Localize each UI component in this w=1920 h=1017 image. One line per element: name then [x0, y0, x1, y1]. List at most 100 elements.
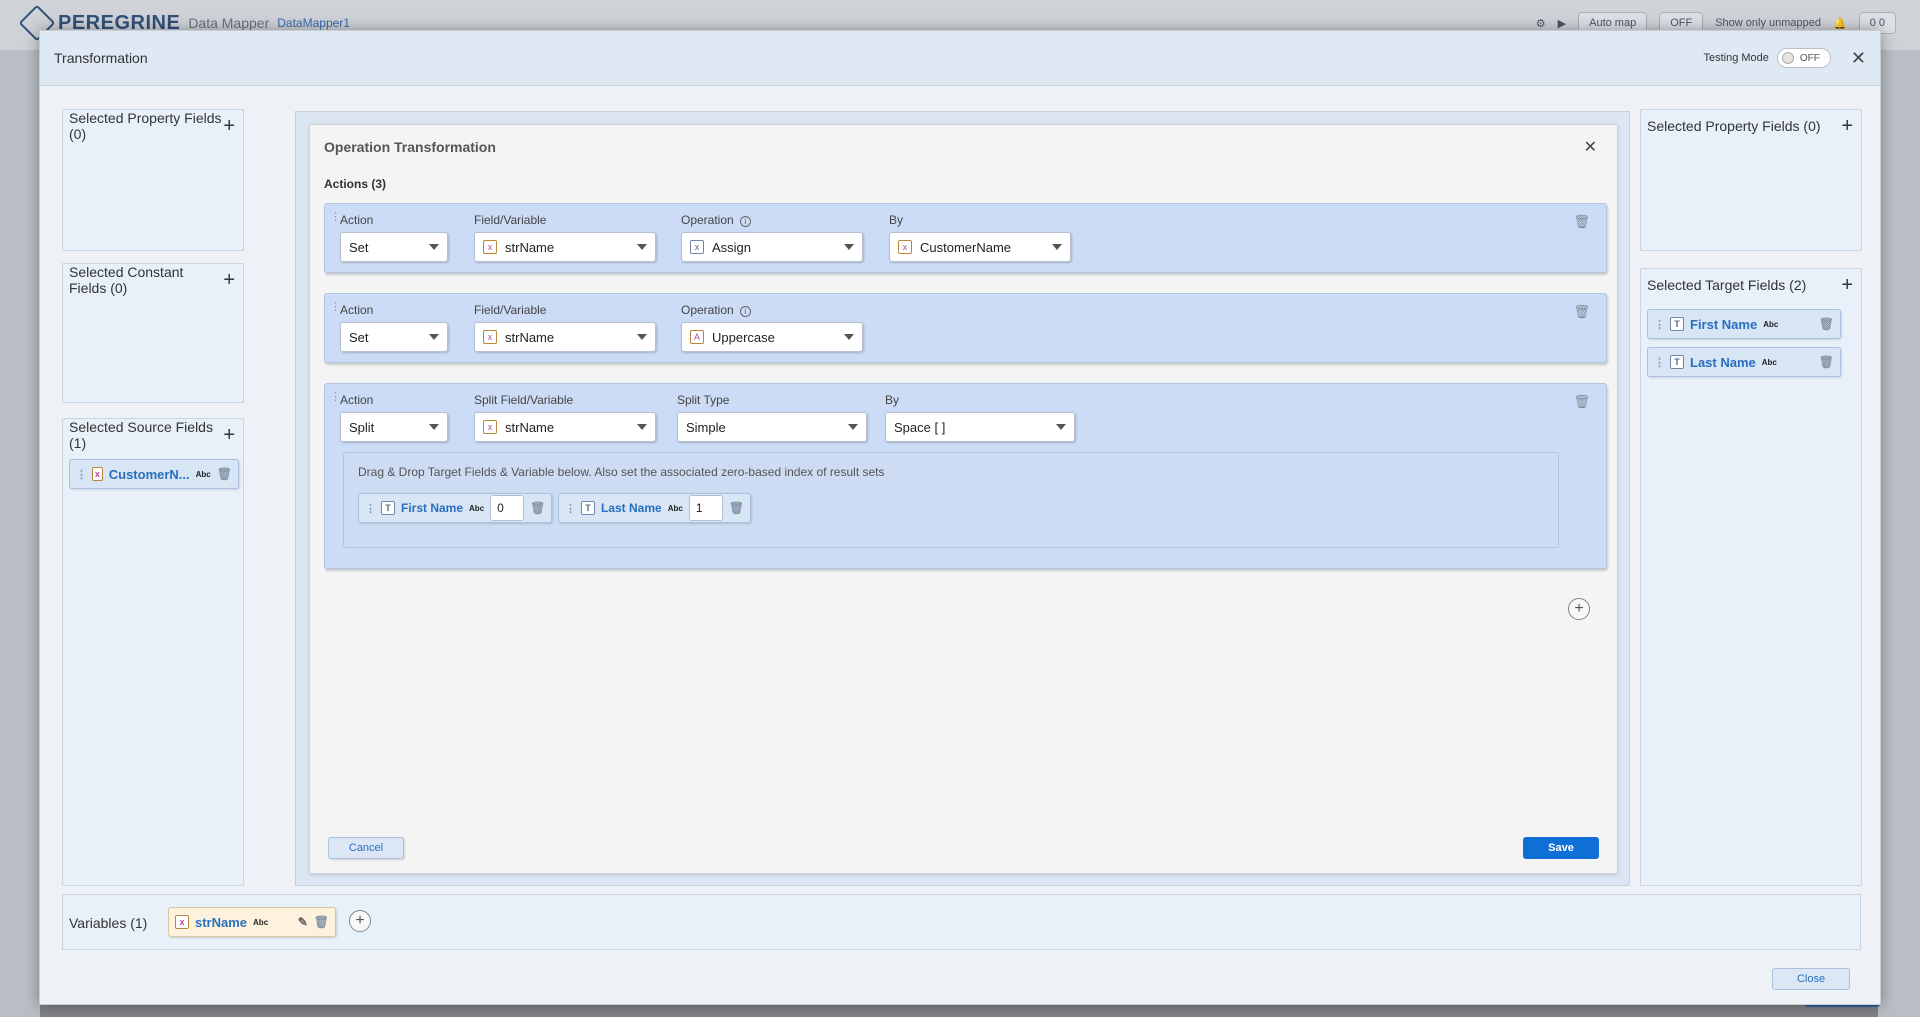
select-value: Assign — [712, 239, 752, 255]
file-name[interactable]: DataMapper1 — [277, 16, 350, 30]
variable-type-icon: x — [175, 915, 189, 929]
transformation-modal: Transformation Testing Mode OFF ✕ Select… — [39, 30, 1881, 1005]
left-constant-fields-panel: Selected Constant Fields (0) + — [62, 263, 244, 403]
action-select[interactable]: Set — [340, 322, 448, 352]
info-icon[interactable]: i — [739, 216, 751, 227]
chevron-down-icon — [1056, 424, 1066, 430]
trash-icon[interactable]: 🗑 — [1573, 304, 1590, 320]
split-type-select[interactable]: Simple — [677, 412, 867, 442]
add-icon[interactable]: + — [1841, 275, 1853, 295]
chevron-down-icon — [1052, 244, 1062, 250]
close-icon[interactable]: ✕ — [1851, 48, 1866, 69]
by-select[interactable]: x CustomerName — [889, 232, 1071, 262]
drag-handle-icon[interactable]: ⋮ — [76, 468, 87, 481]
drag-handle-icon[interactable]: ⋮ — [365, 502, 376, 515]
app-right-panel — [1878, 50, 1920, 1017]
panel-title: Selected Source Fields (1) — [69, 419, 213, 451]
action-row: ⋮ 🗑 Action Set Field/Variable x strName O… — [324, 293, 1607, 363]
add-action-icon[interactable]: + — [1568, 598, 1590, 620]
trash-icon[interactable]: 🗑 — [729, 501, 744, 515]
text-field-icon: T — [1670, 317, 1684, 331]
variable-type-icon: x — [483, 240, 497, 254]
uppercase-icon: A — [690, 330, 704, 344]
target-field-chip[interactable]: ⋮ T Last Name Abc 🗑 — [1647, 347, 1841, 377]
variable-type-icon: x — [483, 330, 497, 344]
operation-select[interactable]: A Uppercase — [681, 322, 863, 352]
field-select[interactable]: x strName — [474, 322, 656, 352]
field-select[interactable]: x strName — [474, 232, 656, 262]
add-variable-icon[interactable]: + — [349, 910, 371, 932]
modal-title: Transformation — [54, 50, 148, 66]
bell-icon[interactable]: 🔔 — [1833, 17, 1847, 30]
variables-title: Variables (1) — [69, 915, 148, 931]
trash-icon[interactable]: 🗑 — [1573, 214, 1590, 230]
select-value: Uppercase — [712, 329, 775, 345]
target-field-chip[interactable]: ⋮ T First Name Abc 🗑 — [1647, 309, 1841, 339]
by-select[interactable]: Space [ ] — [885, 412, 1075, 442]
field-select[interactable]: x strName — [474, 412, 656, 442]
add-icon[interactable]: + — [223, 270, 235, 290]
select-value: strName — [505, 419, 555, 435]
by-label: By — [889, 213, 904, 227]
toggle-state: OFF — [1799, 52, 1820, 64]
play-icon[interactable]: ▶ — [1558, 17, 1566, 30]
text-field-icon: T — [581, 501, 595, 515]
variable-chip[interactable]: x strName Abc ✎ 🗑 — [168, 907, 336, 937]
close-icon[interactable]: ✕ — [1584, 137, 1597, 157]
operation-select[interactable]: x Assign — [681, 232, 863, 262]
trash-icon[interactable]: 🗑 — [314, 915, 329, 929]
select-value: strName — [505, 239, 555, 255]
select-value: Set — [349, 329, 369, 345]
close-button[interactable]: Close — [1772, 968, 1850, 990]
cancel-button[interactable]: Cancel — [328, 837, 404, 859]
action-select[interactable]: Split — [340, 412, 448, 442]
add-icon[interactable]: + — [1841, 116, 1853, 136]
pencil-icon[interactable]: ✎ — [298, 915, 308, 929]
by-label: By — [885, 393, 900, 407]
variable-type-icon: x — [483, 420, 497, 434]
testing-mode-toggle[interactable]: OFF — [1776, 48, 1831, 68]
action-label: Action — [340, 303, 374, 317]
chevron-down-icon — [637, 424, 647, 430]
right-property-fields-panel: Selected Property Fields (0) + — [1640, 109, 1862, 251]
index-input[interactable]: 1 — [688, 495, 723, 521]
settings-icon[interactable]: ⚙ — [1536, 17, 1546, 30]
target-dropzone[interactable]: Drag & Drop Target Fields & Variable bel… — [343, 452, 1559, 548]
type-badge: Abc — [1763, 319, 1779, 329]
source-field-chip[interactable]: ⋮ x CustomerN... Abc 🗑 — [69, 459, 239, 489]
action-select[interactable]: Set — [340, 232, 448, 262]
chevron-down-icon — [848, 424, 858, 430]
split-type-label: Split Type — [677, 393, 730, 407]
app-left-panel — [0, 50, 40, 1017]
add-icon[interactable]: + — [223, 425, 235, 445]
index-input[interactable]: 0 — [490, 495, 525, 521]
add-icon[interactable]: + — [223, 116, 235, 136]
chevron-down-icon — [637, 244, 647, 250]
type-badge: Abc — [1761, 357, 1777, 367]
center-area: Operation Transformation ✕ Actions (3) ⋮… — [295, 111, 1630, 886]
save-button[interactable]: Save — [1523, 837, 1599, 859]
select-value: Split — [349, 419, 375, 435]
type-badge: Abc — [469, 503, 485, 513]
chevron-down-icon — [844, 244, 854, 250]
trash-icon[interactable]: 🗑 — [530, 501, 545, 515]
trash-icon[interactable]: 🗑 — [1573, 394, 1590, 410]
drag-handle-icon[interactable]: ⋮ — [1654, 356, 1665, 369]
operation-label: Operation i — [681, 303, 751, 317]
field-label: CustomerN... — [108, 466, 190, 482]
drag-handle-icon[interactable]: ⋮ — [1654, 318, 1665, 331]
split-target-chip[interactable]: ⋮ T Last Name Abc 1 🗑 — [558, 493, 752, 523]
trash-icon[interactable]: 🗑 — [1819, 355, 1834, 369]
trash-icon[interactable]: 🗑 — [217, 467, 232, 481]
left-source-fields-panel: Selected Source Fields (1) + ⋮ x Customer… — [62, 418, 244, 886]
target-label: Last Name — [601, 501, 662, 515]
testing-mode-label: Testing Mode — [1703, 52, 1769, 64]
trash-icon[interactable]: 🗑 — [1819, 317, 1834, 331]
field-label: Split Field/Variable — [474, 393, 574, 407]
info-icon[interactable]: i — [739, 306, 751, 317]
drag-handle-icon[interactable]: ⋮ — [565, 502, 576, 515]
operation-label-text: Operation — [681, 213, 734, 227]
operation-label: Operation i — [681, 213, 751, 227]
field-label: First Name — [1690, 316, 1758, 332]
split-target-chip[interactable]: ⋮ T First Name Abc 0 🗑 — [358, 493, 553, 523]
